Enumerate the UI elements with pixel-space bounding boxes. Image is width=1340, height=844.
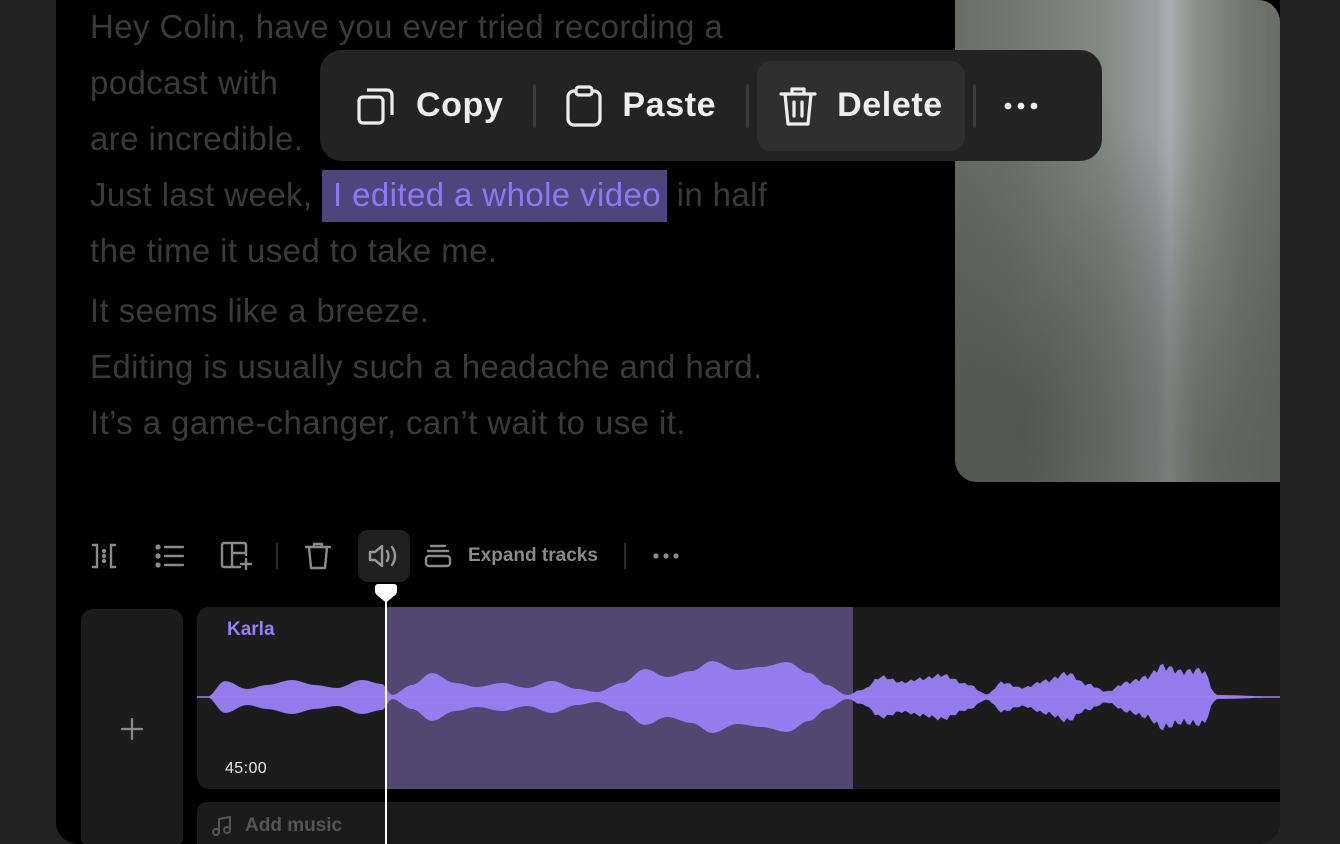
delete-button[interactable]: [292, 530, 344, 582]
transcript-line[interactable]: Hey Colin, have you ever tried recording…: [90, 8, 723, 46]
add-track-button[interactable]: [81, 609, 183, 844]
plus-icon: [120, 717, 144, 741]
split-button[interactable]: [78, 530, 130, 582]
add-music-label: Add music: [245, 815, 343, 836]
transcript-line[interactable]: Editing is usually such a headache and h…: [90, 348, 763, 386]
editor-toolbar: Expand tracks: [78, 530, 706, 582]
transcript-text[interactable]: Just last week,: [90, 176, 322, 213]
list-icon: [155, 544, 185, 568]
volume-icon: [368, 544, 397, 568]
selected-text[interactable]: I edited a whole video: [322, 170, 668, 222]
toolbar-divider: [276, 543, 278, 569]
transcript-line[interactable]: Just last week, I edited a whole video i…: [90, 170, 767, 222]
menu-divider: [972, 83, 976, 128]
audio-track[interactable]: Karla 45:00: [197, 607, 1280, 789]
track-duration: 45:00: [225, 760, 268, 777]
layout-add-button[interactable]: [210, 530, 262, 582]
copy-button[interactable]: Copy: [334, 61, 525, 151]
split-icon: [91, 543, 117, 569]
delete-label: Delete: [837, 86, 943, 124]
copy-label: Copy: [416, 86, 504, 124]
toolbar-divider: [623, 543, 626, 569]
more-icon: [653, 553, 679, 559]
transcript-line[interactable]: podcast with: [90, 64, 278, 102]
playhead-line[interactable]: [385, 596, 387, 844]
stack-icon: [424, 544, 452, 568]
expand-tracks-button[interactable]: Expand tracks: [424, 530, 612, 582]
music-note-icon: [212, 816, 231, 836]
copy-icon: [357, 87, 394, 125]
layout-add-icon: [220, 541, 252, 571]
volume-button[interactable]: [358, 530, 410, 582]
list-button[interactable]: [144, 530, 196, 582]
menu-divider: [533, 83, 537, 128]
expand-tracks-label: Expand tracks: [468, 545, 598, 566]
context-menu: Copy Paste Delete: [320, 50, 1102, 161]
speaker-label: Karla: [227, 619, 275, 640]
more-button[interactable]: [640, 530, 692, 582]
trash-icon: [305, 542, 331, 570]
paste-label: Paste: [622, 86, 717, 124]
menu-divider: [746, 83, 750, 128]
paste-icon: [566, 84, 603, 127]
transcript-line[interactable]: It seems like a breeze.: [90, 292, 429, 330]
paste-button[interactable]: Paste: [544, 61, 738, 151]
transcript-line[interactable]: are incredible.: [90, 120, 303, 158]
transcript-line[interactable]: It’s a game-changer, can’t wait to use i…: [90, 404, 686, 442]
more-icon: [1004, 102, 1038, 109]
transcript-text[interactable]: in half: [667, 176, 767, 213]
waveform: [197, 661, 1280, 733]
trash-icon: [779, 86, 817, 126]
playhead-icon[interactable]: [374, 583, 398, 603]
add-music-button[interactable]: Add music: [197, 802, 1280, 844]
delete-button[interactable]: Delete: [757, 60, 965, 151]
more-options-button[interactable]: [984, 61, 1058, 151]
transcript-line[interactable]: the time it used to take me.: [90, 232, 497, 270]
